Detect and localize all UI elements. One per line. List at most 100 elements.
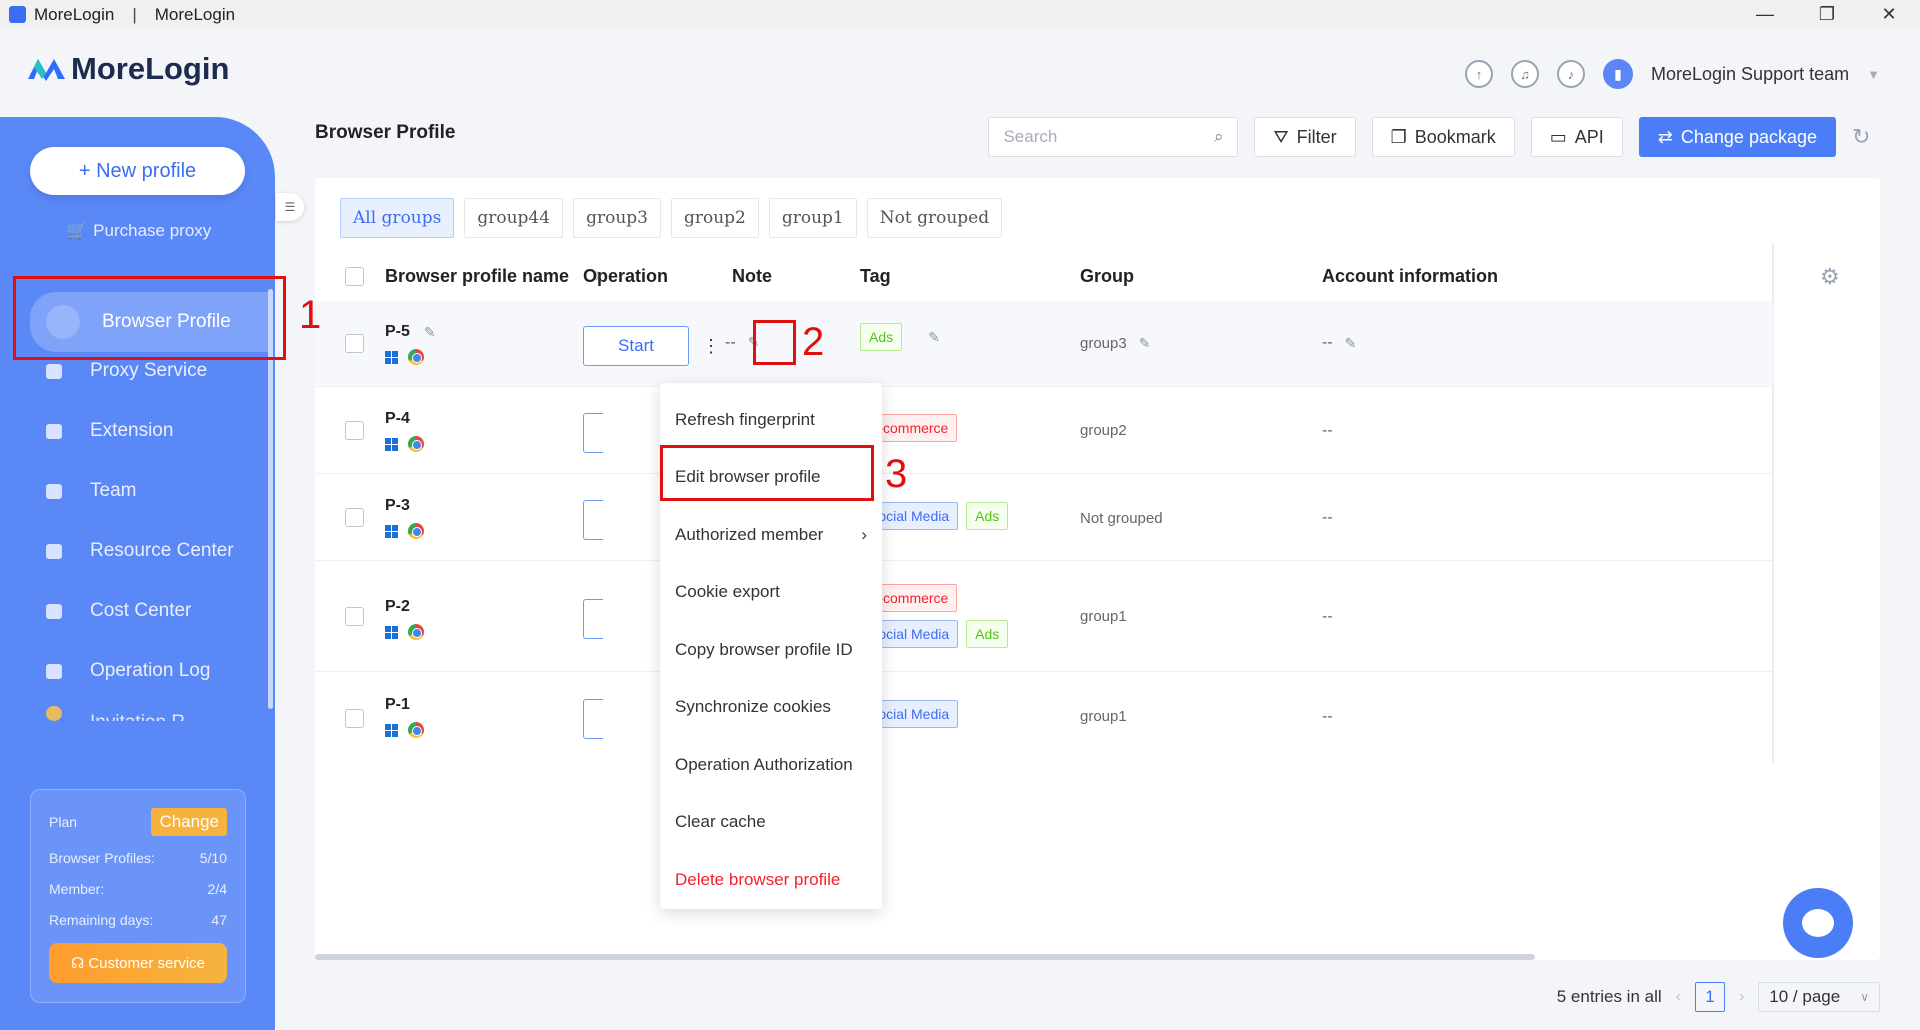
row-checkbox[interactable] — [345, 421, 364, 440]
account-cell: -- — [1322, 509, 1333, 527]
maximize-button[interactable]: ❐ — [1796, 0, 1858, 29]
search-icon[interactable]: ⌕ — [1214, 127, 1224, 147]
account-text: -- — [1322, 422, 1333, 439]
sidebar-item-cost-center[interactable]: Cost Center — [0, 581, 275, 641]
profile-name-text: P-2 — [385, 598, 410, 615]
customer-service-button[interactable]: ☊ Customer service — [49, 943, 227, 983]
filter-button[interactable]: ⛛ Filter — [1254, 117, 1356, 157]
group-tab-group44[interactable]: group44 — [464, 198, 564, 238]
refresh-icon[interactable]: ↻ — [1852, 124, 1880, 150]
windows-icon — [385, 437, 398, 451]
plan-card: Plan Change Browser Profiles: 5/10 Membe… — [30, 789, 246, 1003]
group-tab-group3[interactable]: group3 — [573, 198, 661, 238]
edit-icon[interactable]: ✎ — [424, 324, 436, 341]
plan-change-button[interactable]: Change — [151, 808, 227, 836]
profile-name-text: P-1 — [385, 696, 410, 713]
column-header-label: Browser profile name — [385, 265, 570, 286]
column-header-name[interactable]: Browser profile name ⇕ — [385, 266, 601, 287]
table-row[interactable]: P-2 E-commerce Social Media Ads group1 -… — [315, 562, 1773, 672]
group-tab-group1[interactable]: group1 — [768, 198, 857, 238]
account-cell: -- ✎ — [1322, 334, 1356, 352]
api-button[interactable]: ▭ API — [1530, 117, 1623, 157]
close-button[interactable]: ✕ — [1858, 0, 1920, 29]
team-avatar[interactable]: ▮ — [1603, 59, 1633, 89]
purchase-proxy-label: Purchase proxy — [93, 221, 212, 240]
app-icon — [9, 6, 26, 23]
sidebar-item-operation-log[interactable]: Operation Log — [0, 641, 275, 701]
change-package-button[interactable]: ⇄ Change package — [1638, 117, 1836, 157]
sidebar-item-label: Team — [90, 480, 137, 501]
start-button[interactable] — [583, 599, 603, 639]
group-cell: group1 — [1080, 708, 1127, 725]
sidebar-item-label: Operation Log — [90, 660, 211, 681]
start-button[interactable] — [583, 699, 603, 739]
edit-icon[interactable]: ✎ — [1139, 335, 1151, 352]
menu-item-synchronize-cookies[interactable]: Synchronize cookies — [660, 679, 882, 737]
chevron-right-icon[interactable]: › — [1739, 988, 1744, 1006]
menu-item-refresh-fingerprint[interactable]: Refresh fingerprint — [660, 391, 882, 449]
start-button[interactable]: Start — [583, 326, 689, 366]
account-cell: -- — [1322, 608, 1333, 626]
menu-item-copy-profile-id[interactable]: Copy browser profile ID — [660, 621, 882, 679]
row-checkbox[interactable] — [345, 508, 364, 527]
sidebar-item-team[interactable]: Team — [0, 461, 275, 521]
team-name[interactable]: MoreLogin Support team — [1651, 64, 1849, 85]
table-row[interactable]: P-1 Social Media group1 -- — [315, 672, 1773, 758]
minimize-button[interactable]: — — [1734, 0, 1796, 29]
new-profile-button[interactable]: + New profile — [30, 147, 245, 195]
annotation-number-2: 2 — [802, 320, 825, 364]
menu-item-label: Authorized member — [675, 524, 824, 544]
collapse-sidebar-icon[interactable]: ☰ — [276, 193, 304, 221]
team-icon — [46, 483, 62, 499]
group-tab-all[interactable]: All groups — [340, 198, 455, 238]
table-row[interactable]: P-5 ✎ Start ⋮ -- ✎ Ads ✎ group3 ✎ -- ✎ — [315, 301, 1773, 387]
cube-icon — [46, 543, 62, 559]
sidebar-item-resource-center[interactable]: Resource Center — [0, 521, 275, 581]
sidebar-item-invitation[interactable]: Invitation R... — [0, 701, 275, 721]
search-input[interactable]: Search ⌕ — [988, 117, 1239, 157]
edit-icon[interactable]: ✎ — [928, 329, 940, 346]
horizontal-scrollbar[interactable] — [315, 954, 1535, 960]
menu-item-clear-cache[interactable]: Clear cache — [660, 794, 882, 852]
sidebar-item-extension[interactable]: Extension — [0, 401, 275, 461]
gear-icon[interactable]: ⚙ — [1820, 264, 1840, 290]
menu-item-delete-profile[interactable]: Delete browser profile — [660, 851, 882, 909]
row-checkbox[interactable] — [345, 607, 364, 626]
upload-icon[interactable]: ↑ — [1465, 60, 1493, 88]
purchase-proxy-link[interactable]: 🛒 Purchase proxy — [66, 221, 211, 241]
row-checkbox[interactable] — [345, 334, 364, 353]
group-tab-group2[interactable]: group2 — [670, 198, 759, 238]
chat-bubble-icon[interactable] — [1783, 888, 1853, 958]
bookmark-button[interactable]: ❐ Bookmark — [1371, 117, 1515, 157]
total-entries: 5 entries in all — [1556, 987, 1662, 1006]
start-button[interactable] — [583, 500, 603, 540]
table-row[interactable]: P-3 Social Media Ads Not grouped -- — [315, 475, 1773, 561]
menu-item-cookie-export[interactable]: Cookie export — [660, 564, 882, 622]
chevron-left-icon[interactable]: ‹ — [1676, 988, 1681, 1006]
plan-label: Remaining days: — [49, 912, 154, 928]
start-button[interactable] — [583, 413, 603, 453]
more-options-icon[interactable]: ⋮ — [698, 326, 724, 366]
select-all-checkbox[interactable] — [345, 266, 364, 286]
menu-item-authorized-member[interactable]: Authorized member › — [660, 506, 882, 564]
swap-icon: ⇄ — [1657, 126, 1673, 147]
row-checkbox[interactable] — [345, 709, 364, 728]
page-size-select[interactable]: 10 / page ∨ — [1758, 982, 1880, 1012]
menu-item-operation-authorization[interactable]: Operation Authorization — [660, 736, 882, 794]
bell-icon[interactable]: ♪ — [1557, 60, 1585, 88]
sidebar-item-label: Proxy Service — [90, 360, 208, 381]
annotation-number-1: 1 — [299, 293, 322, 337]
pagination: 5 entries in all ‹ 1 › 10 / page ∨ — [1557, 982, 1880, 1012]
plan-label: Browser Profiles: — [49, 850, 155, 866]
search-placeholder: Search — [1003, 127, 1058, 146]
table-row[interactable]: P-4 E-commerce group2 -- — [315, 388, 1773, 474]
page-number[interactable]: 1 — [1694, 982, 1725, 1012]
tag-badge: Ads — [860, 323, 903, 351]
headset-icon[interactable]: ♫ — [1511, 60, 1539, 88]
account-text: -- — [1322, 509, 1333, 526]
chevron-down-icon[interactable]: ▼ — [1867, 67, 1880, 82]
puzzle-icon — [46, 423, 62, 439]
edit-icon[interactable]: ✎ — [1345, 335, 1357, 352]
profile-name: P-3 — [385, 497, 410, 515]
group-tab-not-grouped[interactable]: Not grouped — [866, 198, 1003, 238]
